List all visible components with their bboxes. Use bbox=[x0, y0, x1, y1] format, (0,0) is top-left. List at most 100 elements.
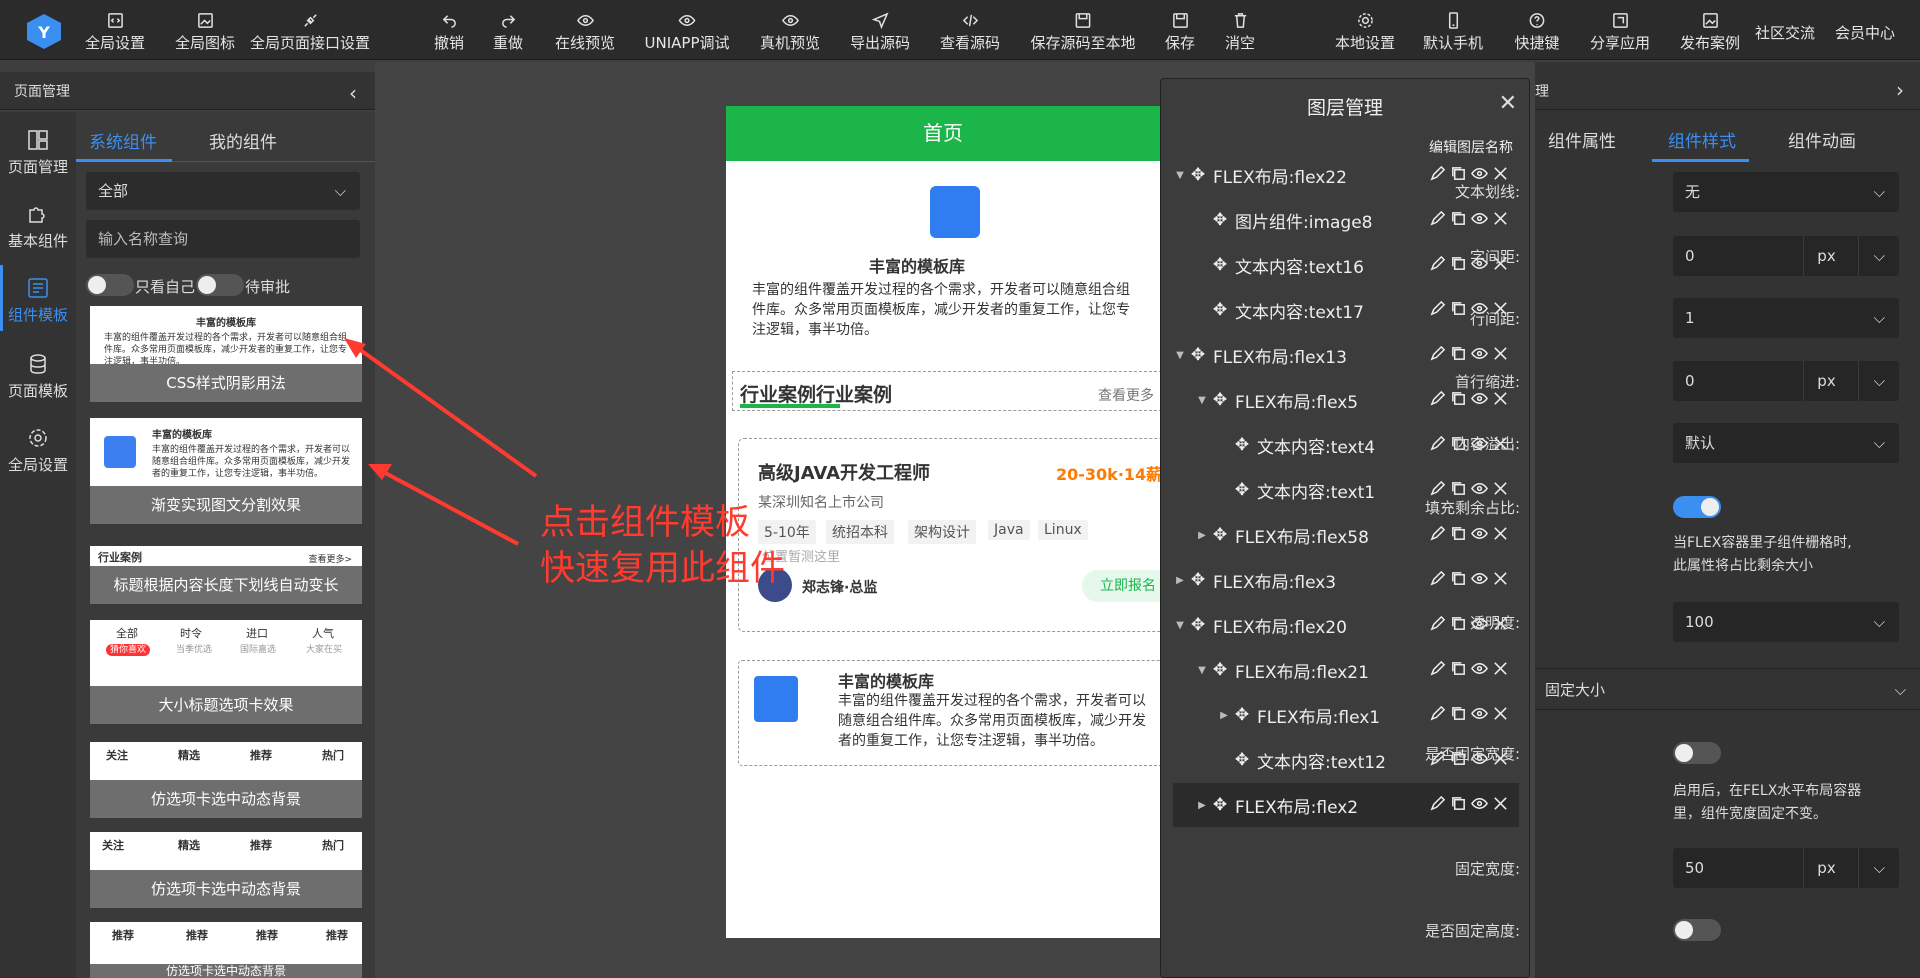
copy-icon[interactable] bbox=[1450, 255, 1467, 272]
overflow-select[interactable]: 默认 ⌵ bbox=[1673, 423, 1899, 463]
expand-arrow-icon[interactable]: ▶ bbox=[1195, 800, 1209, 811]
member-center-link[interactable]: 会员中心 bbox=[1835, 22, 1895, 43]
layer-row[interactable]: ▼ ✥ FLEX布局:flex21 bbox=[1173, 648, 1519, 692]
fixed-width-toggle[interactable] bbox=[1673, 742, 1721, 764]
drag-handle-icon[interactable]: ✥ bbox=[1187, 345, 1209, 365]
template-card-gradient[interactable]: 丰富的模板库 丰富的组件覆盖开发过程的各个需求，开发者可以随意组合组件库。众多常… bbox=[90, 418, 362, 524]
copy-icon[interactable] bbox=[1450, 165, 1467, 182]
copy-icon[interactable] bbox=[1450, 570, 1467, 587]
edit-icon[interactable] bbox=[1429, 615, 1446, 632]
drag-handle-icon[interactable]: ✥ bbox=[1209, 210, 1231, 230]
line-height-select[interactable]: 1 ⌵ bbox=[1673, 298, 1899, 338]
eye-icon[interactable] bbox=[1471, 345, 1488, 362]
community-link[interactable]: 社区交流 bbox=[1755, 22, 1815, 43]
collapse-left-icon[interactable]: ‹ bbox=[349, 81, 357, 105]
default-phone-button[interactable]: 默认手机 bbox=[1423, 10, 1483, 53]
layer-row[interactable]: ▶ ✥ FLEX布局:flex58 bbox=[1173, 513, 1519, 557]
template-card-dynamic-bg-2[interactable]: 关注 精选 推荐 热门 仿选项卡选中动态背景 bbox=[90, 832, 362, 908]
expand-arrow-icon[interactable]: ▶ bbox=[1195, 530, 1209, 541]
eye-icon[interactable] bbox=[1471, 570, 1488, 587]
nav-basic-components[interactable]: 基本组件 bbox=[0, 202, 76, 251]
expand-arrow-icon[interactable]: ▶ bbox=[1173, 575, 1187, 586]
save-source-local-button[interactable]: 保存源码至本地 bbox=[1030, 10, 1136, 53]
drag-handle-icon[interactable]: ✥ bbox=[1209, 795, 1231, 815]
eye-icon[interactable] bbox=[1471, 480, 1488, 497]
clear-button[interactable]: 消空 bbox=[1225, 10, 1255, 53]
nav-global-settings[interactable]: 全局设置 bbox=[0, 426, 76, 475]
eye-icon[interactable] bbox=[1471, 165, 1488, 182]
edit-icon[interactable] bbox=[1429, 570, 1446, 587]
undo-button[interactable]: 撤销 bbox=[434, 10, 464, 53]
edit-icon[interactable] bbox=[1429, 705, 1446, 722]
drag-handle-icon[interactable]: ✥ bbox=[1231, 435, 1253, 455]
view-source-button[interactable]: 查看源码 bbox=[940, 10, 1000, 53]
unit-select[interactable]: px bbox=[1803, 848, 1849, 888]
shortcuts-button[interactable]: 快捷键 bbox=[1514, 10, 1560, 53]
copy-icon[interactable] bbox=[1450, 615, 1467, 632]
unit-select[interactable]: px bbox=[1803, 361, 1849, 401]
template-card-shadow[interactable]: 丰富的模板库 丰富的组件覆盖开发过程的各个需求，开发者可以随意组合组件库。众多常… bbox=[90, 306, 362, 402]
copy-icon[interactable] bbox=[1450, 345, 1467, 362]
copy-icon[interactable] bbox=[1450, 705, 1467, 722]
nav-component-templates[interactable]: 组件模板 bbox=[0, 276, 76, 325]
close-icon[interactable] bbox=[1492, 345, 1509, 362]
save-button[interactable]: 保存 bbox=[1165, 10, 1195, 53]
close-icon[interactable] bbox=[1492, 210, 1509, 227]
close-icon[interactable] bbox=[1492, 480, 1509, 497]
template-card-tab-titles[interactable]: 全部 时令 进口 人气 猜你喜欢 当季优选 国际嘉选 大家在买 大小标题选项卡效… bbox=[90, 620, 362, 724]
text-decoration-select[interactable]: 无 ⌵ bbox=[1673, 172, 1899, 212]
fixed-size-section[interactable]: 固定大小 ⌵ bbox=[1535, 668, 1920, 710]
opacity-select[interactable]: 100 ⌵ bbox=[1673, 602, 1899, 642]
copy-icon[interactable] bbox=[1450, 480, 1467, 497]
copy-icon[interactable] bbox=[1450, 795, 1467, 812]
layer-row[interactable]: ▶ ✥ FLEX布局:flex1 bbox=[1173, 693, 1519, 737]
layer-row[interactable]: ▶ ✥ FLEX布局:flex3 bbox=[1173, 558, 1519, 602]
edit-icon[interactable] bbox=[1429, 210, 1446, 227]
nav-page-manage[interactable]: 页面管理 bbox=[0, 128, 76, 177]
fixed-width-input[interactable]: 50 px ⌵ bbox=[1673, 848, 1899, 888]
drag-handle-icon[interactable]: ✥ bbox=[1187, 165, 1209, 185]
edit-icon[interactable] bbox=[1429, 390, 1446, 407]
tab-component-animation[interactable]: 组件动画 bbox=[1788, 127, 1856, 152]
layer-row[interactable]: ✥ 图片组件:image8 bbox=[1173, 198, 1519, 242]
close-icon[interactable] bbox=[1492, 390, 1509, 407]
fixed-height-toggle[interactable] bbox=[1673, 919, 1721, 941]
global-api-settings-button[interactable]: 全局页面接口设置 bbox=[250, 10, 370, 53]
publish-case-button[interactable]: 发布案例 bbox=[1680, 10, 1740, 53]
apply-button[interactable]: 立即报名 bbox=[1082, 570, 1160, 602]
pending-toggle[interactable] bbox=[196, 274, 244, 296]
drag-handle-icon[interactable]: ✥ bbox=[1231, 480, 1253, 500]
close-icon[interactable]: ✕ bbox=[1499, 91, 1517, 116]
close-icon[interactable] bbox=[1492, 165, 1509, 182]
copy-icon[interactable] bbox=[1450, 660, 1467, 677]
drag-handle-icon[interactable]: ✥ bbox=[1209, 255, 1231, 275]
nav-page-templates[interactable]: 页面模板 bbox=[0, 352, 76, 401]
edit-icon[interactable] bbox=[1429, 255, 1446, 272]
global-icons-button[interactable]: 全局图标 bbox=[175, 10, 235, 53]
copy-icon[interactable] bbox=[1450, 210, 1467, 227]
redo-button[interactable]: 重做 bbox=[493, 10, 523, 53]
expand-arrow-icon[interactable]: ▼ bbox=[1173, 170, 1187, 181]
device-preview-button[interactable]: 真机预览 bbox=[760, 10, 820, 53]
drag-handle-icon[interactable]: ✥ bbox=[1187, 570, 1209, 590]
close-icon[interactable] bbox=[1492, 660, 1509, 677]
edit-icon[interactable] bbox=[1429, 435, 1446, 452]
flex-fill-toggle[interactable] bbox=[1673, 496, 1721, 518]
eye-icon[interactable] bbox=[1471, 210, 1488, 227]
tab-component-style[interactable]: 组件样式 bbox=[1668, 127, 1736, 152]
drag-handle-icon[interactable]: ✥ bbox=[1209, 660, 1231, 680]
edit-icon[interactable] bbox=[1429, 345, 1446, 362]
only-mine-toggle[interactable] bbox=[86, 274, 134, 296]
edit-icon[interactable] bbox=[1429, 300, 1446, 317]
drag-handle-icon[interactable]: ✥ bbox=[1209, 525, 1231, 545]
edit-icon[interactable] bbox=[1429, 795, 1446, 812]
uniapp-debug-button[interactable]: UNIAPP调试 bbox=[645, 10, 729, 53]
edit-icon[interactable] bbox=[1429, 660, 1446, 677]
close-icon[interactable] bbox=[1492, 570, 1509, 587]
eye-icon[interactable] bbox=[1471, 660, 1488, 677]
expand-arrow-icon[interactable]: ▶ bbox=[1217, 710, 1231, 721]
expand-arrow-icon[interactable]: ▼ bbox=[1195, 395, 1209, 406]
template-card-dynamic-bg-1[interactable]: 关注 精选 推荐 热门 仿选项卡选中动态背景 bbox=[90, 742, 362, 818]
edit-icon[interactable] bbox=[1429, 480, 1446, 497]
close-icon[interactable] bbox=[1492, 705, 1509, 722]
